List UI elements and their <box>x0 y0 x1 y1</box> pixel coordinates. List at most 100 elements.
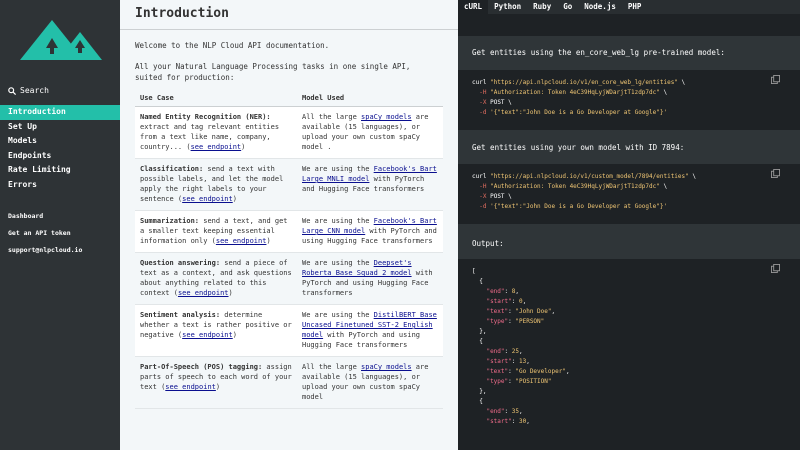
code-token: POST <box>490 193 505 200</box>
tab-go[interactable]: Go <box>557 0 578 14</box>
code-token: -d <box>479 203 487 210</box>
use-case-table: Use Case Model Used Named Entity Recogni… <box>135 90 443 409</box>
use-case-cell: Sentiment analysis: determine whether a … <box>135 304 297 357</box>
table-row: Classification: send a text with possibl… <box>135 158 443 211</box>
output-value: 30 <box>518 418 527 425</box>
tab-python[interactable]: Python <box>488 0 527 14</box>
use-case-name: Classification: <box>140 165 204 173</box>
code-token: -X <box>479 193 487 200</box>
tab-curl[interactable]: cURL <box>458 0 489 14</box>
output-block: [ { "end": 8, "start": 0, "text": "John … <box>458 259 800 450</box>
main-content: Introduction Welcome to the NLP Cloud AP… <box>120 0 458 450</box>
model-link[interactable]: spaCy models <box>361 113 412 121</box>
use-case-cell: Named Entity Recognition (NER): extract … <box>135 106 297 159</box>
intro-text: All your Natural Language Processing tas… <box>135 62 411 82</box>
output-value: "John Doe" <box>515 308 552 315</box>
code-token: "https://api.nlpcloud.io/v1/en_core_web_… <box>490 79 678 86</box>
model-cell: All the large spaCy models are available… <box>297 356 443 409</box>
see-endpoint-link[interactable]: see endpoint <box>178 289 229 297</box>
table-row: Summarization: send a text, and get a sm… <box>135 210 443 253</box>
page-title: Introduction <box>135 6 229 21</box>
model-cell: We are using the Facebook's Bart Large C… <box>297 210 443 253</box>
title-divider <box>120 29 458 30</box>
see-endpoint-link[interactable]: see endpoint <box>191 143 242 151</box>
use-case-name: Summarization: <box>140 217 200 225</box>
table-header-row: Use Case Model Used <box>135 90 443 107</box>
model-text: We are using the <box>302 259 374 267</box>
output-value: "POSITION" <box>515 378 552 385</box>
see-endpoint-link[interactable]: see endpoint <box>182 331 233 339</box>
see-endpoint-link[interactable]: see endpoint <box>216 237 267 245</box>
welcome-text: Welcome to the NLP Cloud API documentati… <box>135 41 330 50</box>
output-value: 13 <box>518 358 527 365</box>
code-token: \ <box>663 183 668 190</box>
output-value: "Go Developer" <box>515 368 566 375</box>
code-block: curl "https://api.nlpcloud.io/v1/en_core… <box>458 70 800 130</box>
use-case-cell: Summarization: send a text, and get a sm… <box>135 210 297 253</box>
table-row: Question answering: send a piece of text… <box>135 252 443 305</box>
link-dashboard[interactable]: Dashboard <box>8 212 82 229</box>
model-cell: All the large spaCy models are available… <box>297 106 443 159</box>
copy-icon[interactable] <box>771 169 780 178</box>
model-cell: We are using the Deepset's Roberta Base … <box>297 252 443 305</box>
model-cell: We are using the DistilBERT Base Uncased… <box>297 304 443 357</box>
model-link[interactable]: spaCy models <box>361 363 412 371</box>
model-cell: We are using the Facebook's Bart Large M… <box>297 158 443 211</box>
copy-icon[interactable] <box>771 75 780 84</box>
search-box[interactable]: Search <box>8 86 49 95</box>
model-text: We are using the <box>302 217 374 225</box>
code-token: "Authorization: Token 4eC39HqLyjWDarjtT1… <box>490 89 660 96</box>
use-case-name: Question answering: <box>140 259 221 267</box>
code-token: \ <box>692 173 697 180</box>
sidebar-nav: Introduction Set Up Models Endpoints Rat… <box>0 105 120 192</box>
output-value: "PERSON" <box>515 318 545 325</box>
link-support-email[interactable]: support@nlpcloud.io <box>8 246 82 263</box>
header-model-used: Model Used <box>297 90 443 107</box>
output-value: 35 <box>511 408 519 415</box>
code-token: curl <box>472 79 487 86</box>
output-value: 25 <box>511 348 519 355</box>
sidebar: Search Introduction Set Up Models Endpoi… <box>0 0 120 450</box>
code-panel: cURL Python Ruby Go Node.js PHP Get enti… <box>458 0 800 450</box>
code-block: curl "https://api.nlpcloud.io/v1/custom_… <box>458 164 800 224</box>
code-description: Get entities using your own model with I… <box>472 143 685 152</box>
use-case-cell: Classification: send a text with possibl… <box>135 158 297 211</box>
nav-item-rate-limiting[interactable]: Rate Limiting <box>0 163 120 178</box>
copy-icon[interactable] <box>771 264 780 273</box>
table-row: Part-Of-Speech (POS) tagging: assign par… <box>135 356 443 409</box>
header-use-case: Use Case <box>135 90 297 107</box>
use-case-name: Part-Of-Speech (POS) tagging: <box>140 363 263 371</box>
model-text: All the large <box>302 113 362 121</box>
see-endpoint-link[interactable]: see endpoint <box>182 195 233 203</box>
code-token: -H <box>479 183 487 190</box>
use-case-name: Named Entity Recognition (NER): <box>140 113 271 121</box>
logo-mountains-icon[interactable] <box>20 18 102 62</box>
search-icon <box>8 86 16 95</box>
use-case-name: Sentiment analysis: <box>140 311 221 319</box>
tab-ruby[interactable]: Ruby <box>527 0 557 14</box>
nav-item-errors[interactable]: Errors <box>0 178 120 193</box>
link-get-api-token[interactable]: Get an API token <box>8 229 82 246</box>
nav-item-models[interactable]: Models <box>0 134 120 149</box>
code-token: "https://api.nlpcloud.io/v1/custom_model… <box>490 173 689 180</box>
language-tabs: cURL Python Ruby Go Node.js PHP <box>458 0 800 14</box>
output-label: Output: <box>472 239 504 248</box>
nav-item-introduction[interactable]: Introduction <box>0 105 120 120</box>
model-text: All the large <box>302 363 362 371</box>
tab-nodejs[interactable]: Node.js <box>578 0 622 14</box>
tab-php[interactable]: PHP <box>622 0 648 14</box>
see-endpoint-link[interactable]: see endpoint <box>165 383 216 391</box>
code-token: \ <box>508 193 512 200</box>
code-token: '{"text":"John Doe is a Go Developer at … <box>490 203 668 210</box>
code-description: Get entities using the en_core_web_lg pr… <box>472 48 725 57</box>
code-header-strip <box>458 14 800 36</box>
nav-item-endpoints[interactable]: Endpoints <box>0 149 120 164</box>
code-token: curl <box>472 173 487 180</box>
code-token: -d <box>479 109 487 116</box>
code-token: \ <box>508 99 512 106</box>
code-token: -X <box>479 99 487 106</box>
nav-item-set-up[interactable]: Set Up <box>0 120 120 135</box>
code-token: \ <box>663 89 668 96</box>
code-token: POST <box>490 99 505 106</box>
code-token: -H <box>479 89 487 96</box>
